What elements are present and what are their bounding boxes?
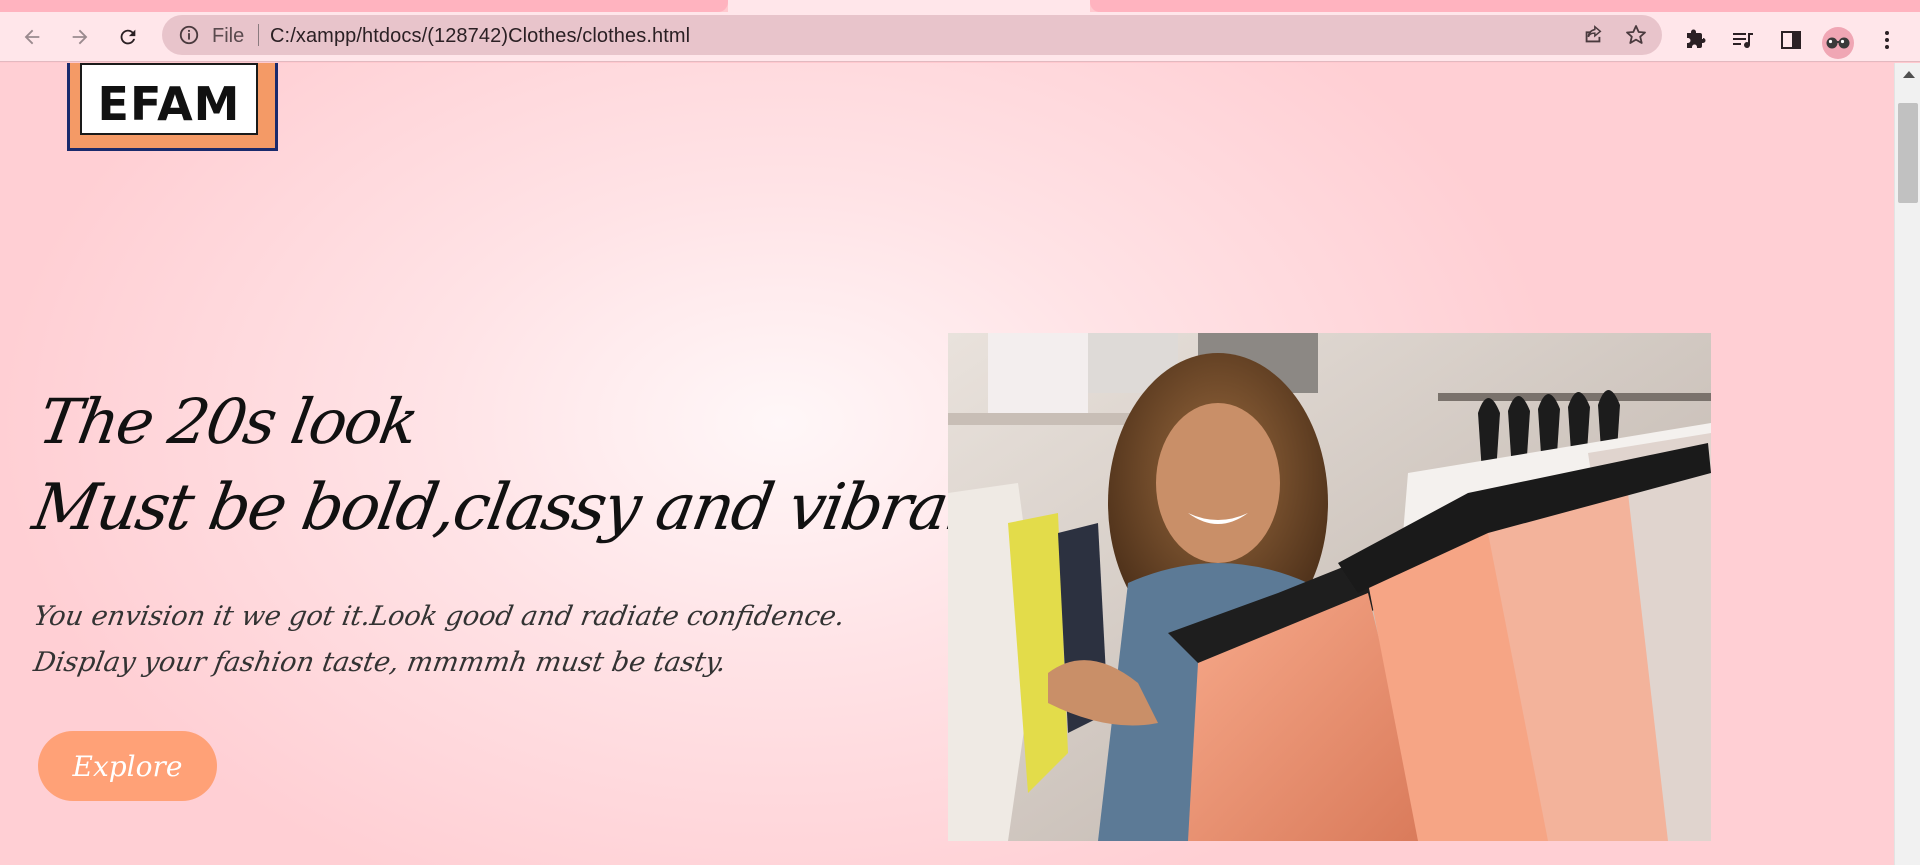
side-panel-icon (1781, 31, 1801, 49)
browser-toolbar: File C:/xampp/htdocs/(128742)Clothes/clo… (0, 12, 1920, 62)
hero-heading-line2: Must be bold,classy and vibrant! (27, 471, 1039, 545)
sunglasses-icon (1826, 37, 1850, 49)
info-icon[interactable] (178, 24, 200, 46)
logo-frame: EFAM (80, 63, 258, 135)
reload-icon (120, 29, 136, 45)
scheme-label: File (212, 25, 245, 47)
shopping-woman-photo (948, 333, 1711, 841)
tab-active[interactable] (728, 0, 1090, 12)
back-arrow-icon (24, 29, 40, 45)
tab-inactive-right[interactable] (1090, 0, 1920, 12)
tab-strip (0, 0, 1920, 12)
back-button[interactable] (16, 21, 48, 53)
more-button[interactable] (1874, 27, 1900, 53)
scroll-up-arrow-icon[interactable] (1903, 71, 1915, 78)
side-panel-button[interactable] (1778, 27, 1804, 53)
hero-heading-line1: The 20s look (33, 385, 423, 458)
site-logo[interactable]: EFAM (67, 63, 278, 151)
logo-text: EFAM (97, 77, 241, 131)
media-button[interactable] (1730, 27, 1756, 53)
address-bar[interactable]: File C:/xampp/htdocs/(128742)Clothes/clo… (162, 15, 1662, 55)
scrollbar-thumb[interactable] (1898, 103, 1918, 203)
hero-subtitle-line1: You envision it we got it.Look good and … (31, 601, 848, 632)
forward-arrow-icon (72, 29, 88, 45)
explore-button[interactable]: Explore (38, 731, 217, 801)
star-icon[interactable] (1624, 23, 1648, 47)
url-text[interactable]: C:/xampp/htdocs/(128742)Clothes/clothes.… (270, 25, 690, 48)
forward-button[interactable] (64, 21, 96, 53)
more-icon (1885, 31, 1889, 49)
extensions-icon (1687, 29, 1706, 48)
hero-image (948, 333, 1711, 841)
address-separator (258, 24, 259, 46)
profile-avatar[interactable] (1822, 27, 1854, 59)
reload-button[interactable] (112, 21, 144, 53)
share-icon[interactable] (1582, 24, 1604, 46)
media-icon (1733, 33, 1753, 49)
extensions-button[interactable] (1682, 27, 1708, 53)
hero-subtitle-line2: Display your fashion taste, mmmmh must b… (31, 647, 729, 678)
page-viewport: EFAM The 20s look Must be bold,classy an… (0, 63, 1894, 865)
tab-inactive-left[interactable] (0, 0, 728, 12)
vertical-scrollbar[interactable] (1894, 63, 1920, 865)
